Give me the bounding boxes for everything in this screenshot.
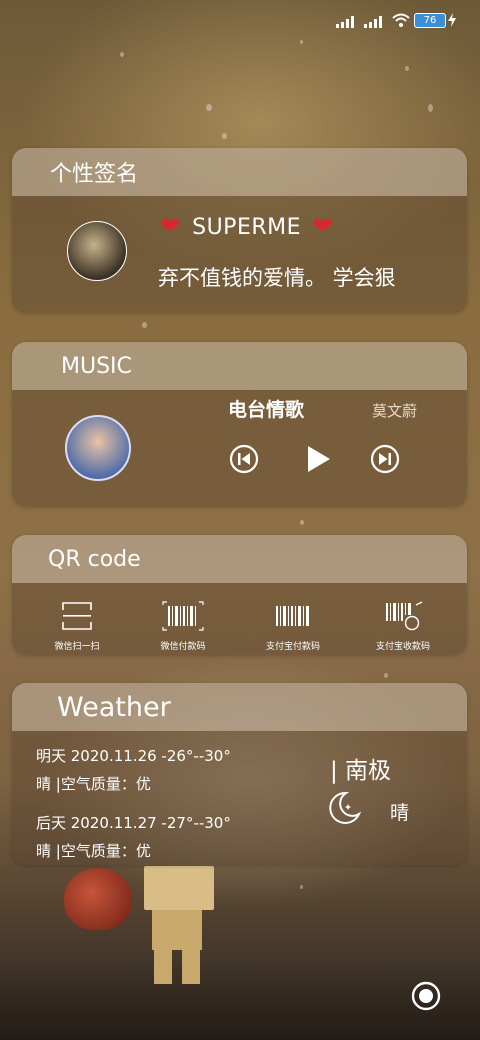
next-track-icon[interactable] — [370, 444, 400, 474]
forecast-day2: 后天 2020.11.27 -27°--30° — [36, 814, 231, 832]
qr-card-header: QR code — [12, 535, 467, 583]
heart-icon: ❤ — [312, 212, 334, 240]
battery-level: 76 — [423, 15, 437, 26]
rain-drop — [206, 104, 212, 111]
album-cover[interactable] — [65, 415, 131, 481]
signature-avatar[interactable] — [67, 221, 127, 281]
signature-text: 弃不值钱的爱情。 学会狠 — [158, 266, 396, 290]
song-title: 电台情歌 — [228, 399, 305, 421]
assistive-touch-icon[interactable] — [411, 981, 441, 1011]
forecast-day1-detail: 晴 |空气质量：优 — [36, 775, 151, 793]
qr-card-title: QR code — [48, 546, 141, 572]
rain-drop — [222, 133, 227, 139]
scan-frame-icon — [62, 602, 92, 630]
qr-item-label: 微信扫一扫 — [54, 642, 100, 652]
rain-drop — [384, 673, 388, 678]
rain-drop — [300, 40, 303, 44]
song-artist: 莫文蔚 — [372, 402, 418, 420]
barcode-coin-icon — [386, 601, 423, 631]
alipay-pay-code-button[interactable]: 支付宝付款码 — [243, 601, 343, 652]
forecast-day2-detail: 晴 |空气质量：优 — [36, 842, 151, 860]
previous-track-icon[interactable] — [229, 444, 259, 474]
qr-item-label: 支付宝收款码 — [375, 642, 430, 652]
signal-icon — [364, 16, 382, 28]
qr-item-label: 支付宝付款码 — [265, 642, 320, 652]
weather-condition: 晴 — [390, 802, 410, 824]
signature-card-header: 个性签名 — [12, 148, 467, 196]
music-card-title: MUSIC — [61, 353, 132, 379]
rain-drop — [300, 885, 303, 889]
alipay-receive-code-button[interactable]: 支付宝收款码 — [353, 601, 453, 652]
ground — [0, 955, 480, 1040]
qr-item-label: 微信付款码 — [160, 642, 206, 652]
rain-drop — [428, 104, 433, 112]
status-bar: 76 — [0, 0, 480, 40]
charging-icon — [448, 13, 456, 27]
rain-drop — [142, 322, 147, 328]
signature-name-row: ❤ SUPERME ❤ — [160, 212, 333, 240]
weather-card-title: Weather — [57, 691, 171, 723]
rain-drop — [300, 520, 304, 525]
danbo-figure — [64, 866, 234, 984]
weather-card-header: Weather — [12, 683, 467, 731]
barcode-icon — [162, 601, 204, 631]
barcode-icon — [276, 606, 309, 626]
weather-location: | 南极 — [330, 758, 392, 784]
forecast-day1: 明天 2020.11.26 -26°--30° — [36, 747, 231, 765]
signature-name: SUPERME — [192, 215, 302, 240]
battery-icon: 76 — [414, 13, 446, 28]
signal-icon — [336, 16, 354, 28]
moon-stars-icon — [329, 791, 362, 824]
signature-card-title: 个性签名 — [50, 162, 139, 187]
wechat-scan-button[interactable]: 微信扫一扫 — [27, 601, 127, 652]
play-icon[interactable] — [306, 445, 332, 473]
wechat-pay-code-button[interactable]: 微信付款码 — [133, 601, 233, 652]
rain-drop — [405, 66, 409, 71]
music-card-header: MUSIC — [12, 342, 467, 390]
wifi-icon — [392, 13, 410, 27]
heart-icon: ❤ — [160, 212, 181, 240]
rain-drop — [120, 52, 124, 57]
